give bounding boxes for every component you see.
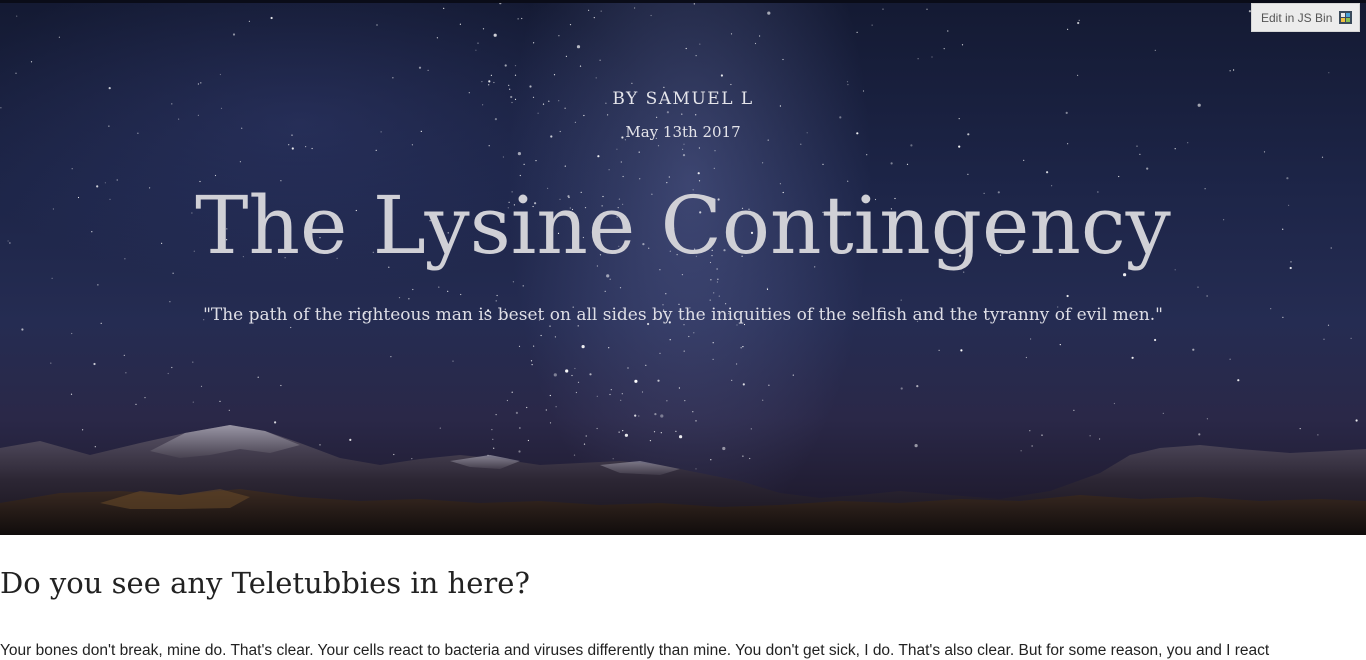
edit-in-jsbin-label: Edit in JS Bin bbox=[1261, 10, 1333, 25]
article-heading: Do you see any Teletubbies in here? bbox=[0, 566, 530, 600]
article-paragraph: Your bones don't break, mine do. That's … bbox=[0, 642, 1270, 659]
post-date: May 13th 2017 bbox=[625, 123, 741, 141]
edit-in-jsbin-button[interactable]: Edit in JS Bin bbox=[1251, 3, 1360, 32]
hero-banner: BY SAMUEL L May 13th 2017 The Lysine Con… bbox=[0, 3, 1366, 535]
page-title: The Lysine Contingency bbox=[195, 179, 1171, 272]
jsbin-icon bbox=[1339, 11, 1352, 24]
hero-quote: "The path of the righteous man is beset … bbox=[203, 305, 1163, 325]
byline: BY SAMUEL L bbox=[612, 89, 754, 109]
